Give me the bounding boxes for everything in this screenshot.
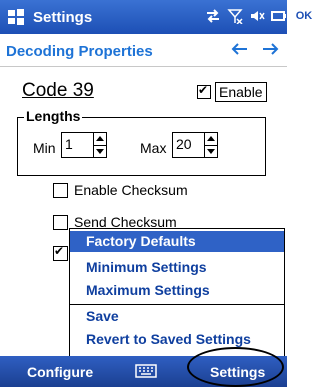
- min-stepper[interactable]: 1: [61, 132, 107, 158]
- arrow-left-icon[interactable]: [231, 42, 249, 56]
- symbology-name: Code 39: [22, 80, 94, 101]
- page-header: Decoding Properties: [0, 34, 287, 67]
- title-bar: Settings OK: [0, 0, 315, 34]
- max-value-field[interactable]: 20: [172, 132, 205, 158]
- signal-off-icon[interactable]: [227, 8, 243, 24]
- triangle-up-icon: [96, 136, 104, 142]
- volume-icon[interactable]: [249, 8, 265, 24]
- menu-item-revert[interactable]: Revert to Saved Settings: [70, 329, 284, 350]
- menu-item-factory-defaults[interactable]: Factory Defaults: [70, 231, 284, 252]
- highlight-ellipse: [187, 347, 284, 387]
- menu-item-minimum-settings[interactable]: Minimum Settings: [70, 257, 284, 278]
- menu-separator: [70, 304, 284, 305]
- max-decrement-button[interactable]: [205, 144, 217, 158]
- triangle-up-icon: [207, 136, 215, 142]
- page-title: Decoding Properties: [6, 43, 153, 60]
- ok-button[interactable]: OK: [293, 7, 315, 25]
- enable-checksum-label: Enable Checksum: [74, 182, 188, 198]
- enable-label: Enable: [215, 82, 267, 102]
- min-decrement-button[interactable]: [94, 144, 106, 158]
- enable-checksum-checkbox[interactable]: [53, 182, 68, 198]
- arrow-right-icon[interactable]: [261, 42, 279, 56]
- app-title: Settings: [33, 9, 93, 26]
- battery-icon[interactable]: [271, 8, 287, 24]
- send-checksum-checkbox[interactable]: [53, 214, 68, 230]
- triangle-down-icon: [207, 148, 215, 154]
- menu-item-maximum-settings[interactable]: Maximum Settings: [70, 280, 284, 301]
- enable-checkbox-box[interactable]: [197, 83, 211, 99]
- settings-menu: Factory Defaults Minimum Settings Maximu…: [69, 228, 285, 358]
- lengths-legend: Lengths: [24, 108, 83, 124]
- min-increment-button[interactable]: [94, 133, 106, 145]
- keyboard-icon[interactable]: [135, 364, 157, 378]
- max-increment-button[interactable]: [205, 133, 217, 145]
- max-label: Max: [140, 140, 167, 156]
- enable-checksum-row[interactable]: Enable Checksum: [53, 182, 188, 198]
- max-stepper[interactable]: 20: [172, 132, 218, 158]
- min-stepper-buttons: [94, 132, 107, 158]
- status-icons: OK: [205, 7, 315, 25]
- min-value-field[interactable]: 1: [61, 132, 94, 158]
- max-stepper-buttons: [205, 132, 218, 158]
- menu-item-save[interactable]: Save: [70, 306, 284, 327]
- hidden-option-checkbox[interactable]: [53, 244, 68, 261]
- min-label: Min: [33, 140, 56, 156]
- windows-logo-icon[interactable]: [7, 8, 25, 26]
- configure-softkey[interactable]: Configure: [27, 364, 93, 380]
- hidden-option-row[interactable]: [53, 244, 68, 261]
- enable-checkbox[interactable]: Enable: [197, 82, 267, 102]
- nav-arrows: [231, 42, 279, 56]
- connectivity-icon[interactable]: [205, 8, 221, 24]
- triangle-down-icon: [96, 148, 104, 154]
- lengths-group: Lengths Min 1 Max 20: [17, 108, 266, 176]
